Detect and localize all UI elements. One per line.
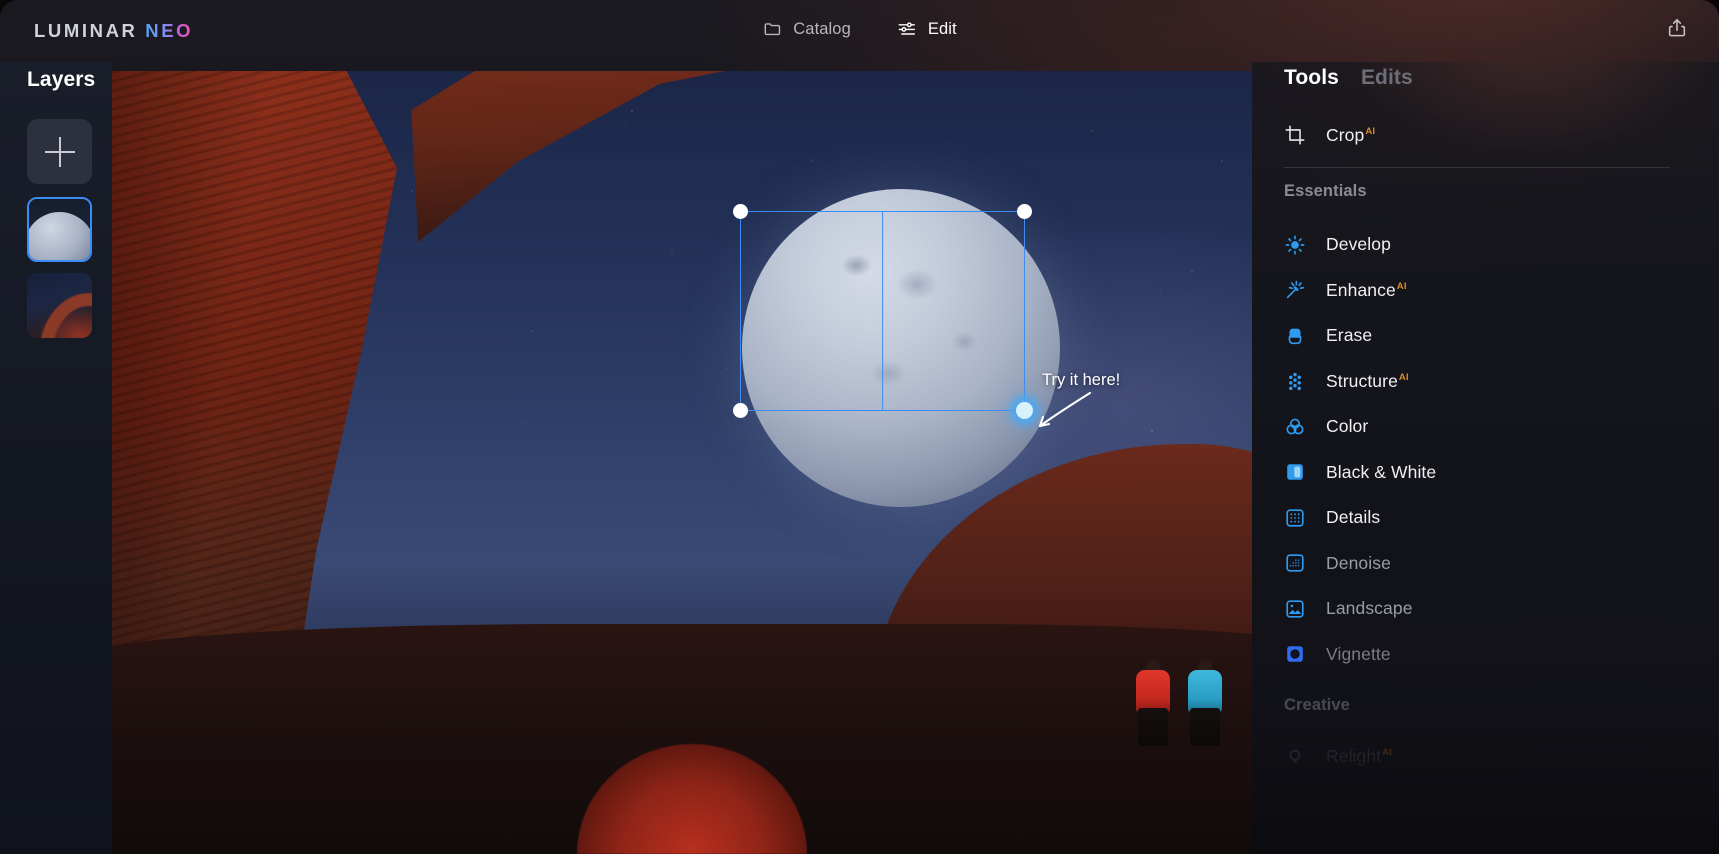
vignette-icon [1284, 643, 1306, 665]
tool-item-denoise-label: Denoise [1326, 553, 1392, 574]
layer-thumbnail-moon [29, 199, 90, 260]
tool-item-black-and-white-label: Black & White [1326, 462, 1437, 483]
tools-divider [1284, 167, 1670, 168]
tool-item-denoise[interactable]: Denoise [1284, 541, 1684, 587]
nav-item-catalog-label: Catalog [793, 19, 851, 38]
bw-label-text: Black & White [1326, 461, 1437, 482]
share-button[interactable] [1659, 12, 1695, 48]
image-canvas[interactable]: Try it here! [112, 71, 1252, 854]
selection-handle-bottom-right[interactable] [1016, 402, 1033, 419]
tools-panel: Tools Edits CropAI Essentials Develop En… [1252, 62, 1719, 854]
layers-panel: Layers [0, 62, 112, 854]
tool-item-black-and-white[interactable]: Black & White [1284, 450, 1684, 496]
crop-ai-badge: AI [1365, 125, 1376, 137]
layer-item-moon[interactable] [27, 197, 92, 262]
relight-label-text: Relight [1326, 746, 1382, 767]
person-torso [1188, 670, 1222, 712]
essentials-tool-list: Develop EnhanceAI Erase StructureAI Colo… [1284, 222, 1684, 677]
app-logo: LUMINAR NEO [34, 20, 193, 42]
denoise-label-text: Denoise [1326, 552, 1391, 573]
tool-item-color[interactable]: Color [1284, 404, 1684, 450]
person-legs [1190, 708, 1220, 746]
enhance-icon [1284, 279, 1306, 301]
tool-item-details-label: Details [1326, 507, 1381, 528]
add-layer-button[interactable] [27, 119, 92, 184]
tab-tools[interactable]: Tools [1284, 66, 1339, 90]
tool-item-landscape-label: Landscape [1326, 598, 1414, 619]
layer-selection-box[interactable] [733, 204, 1033, 419]
creative-tool-list: RelightAI [1284, 734, 1684, 780]
develop-icon [1284, 234, 1306, 256]
tool-item-develop-label: Develop [1326, 234, 1392, 255]
tool-item-crop-label: CropAI [1326, 125, 1375, 146]
tool-item-vignette-label: Vignette [1326, 644, 1392, 665]
tool-item-enhance-label: EnhanceAI [1326, 280, 1407, 301]
main-navigation: Catalog Edit [752, 13, 966, 45]
structure-label-text: Structure [1326, 370, 1398, 391]
person-legs [1138, 708, 1168, 746]
vignette-label-text: Vignette [1326, 643, 1391, 664]
tool-item-erase[interactable]: Erase [1284, 313, 1684, 359]
color-label-text: Color [1326, 416, 1369, 437]
tool-item-details[interactable]: Details [1284, 495, 1684, 541]
details-label-text: Details [1326, 507, 1381, 528]
nav-item-catalog[interactable]: Catalog [752, 13, 861, 45]
crop-label-text: Crop [1326, 124, 1365, 145]
selection-handle-top-left[interactable] [733, 204, 748, 219]
selection-handle-bottom-left[interactable] [733, 403, 748, 418]
tool-item-structure[interactable]: StructureAI [1284, 359, 1684, 405]
sliders-icon [897, 19, 917, 39]
develop-label-text: Develop [1326, 234, 1391, 255]
tool-item-structure-label: StructureAI [1326, 371, 1409, 392]
tool-item-relight-label: RelightAI [1326, 746, 1392, 767]
relight-icon [1284, 746, 1306, 768]
landscape-icon [1284, 598, 1306, 620]
selection-handle-top-right[interactable] [1017, 204, 1032, 219]
tool-item-erase-label: Erase [1326, 325, 1373, 346]
app-window: LUMINAR NEO Catalog Edit Layers Try it h… [0, 0, 1719, 854]
logo-primary-text: LUMINAR [34, 20, 138, 41]
nav-item-edit[interactable]: Edit [887, 13, 967, 45]
tool-item-relight[interactable]: RelightAI [1284, 734, 1684, 780]
share-icon [1666, 17, 1688, 44]
enhance-ai-badge: AI [1396, 280, 1407, 292]
relight-ai-badge: AI [1382, 747, 1393, 759]
tool-item-develop[interactable]: Develop [1284, 222, 1684, 268]
tool-item-color-label: Color [1326, 416, 1369, 437]
top-bar: LUMINAR NEO Catalog Edit [0, 0, 1719, 62]
color-icon [1284, 416, 1306, 438]
selection-midline [881, 212, 884, 410]
plus-icon [44, 136, 75, 167]
layers-panel-title: Layers [27, 68, 96, 91]
bw-icon [1284, 461, 1306, 483]
layer-item-background[interactable] [27, 273, 92, 338]
landscape-label-text: Landscape [1326, 598, 1413, 619]
tool-item-enhance[interactable]: EnhanceAI [1284, 268, 1684, 314]
erase-label-text: Erase [1326, 325, 1373, 346]
photo-night-sky-arch [112, 71, 1252, 854]
section-header-essentials: Essentials [1284, 182, 1367, 200]
tab-edits[interactable]: Edits [1361, 66, 1413, 90]
layer-thumbnail-background [27, 273, 92, 338]
details-icon [1284, 507, 1306, 529]
tools-panel-tabs: Tools Edits [1284, 66, 1413, 90]
tool-item-landscape[interactable]: Landscape [1284, 586, 1684, 632]
person-torso [1136, 670, 1170, 712]
structure-icon [1284, 370, 1306, 392]
tool-item-crop[interactable]: CropAI [1284, 124, 1375, 146]
section-header-creative: Creative [1284, 696, 1350, 714]
crop-icon [1284, 124, 1306, 146]
nav-item-edit-label: Edit [927, 19, 957, 38]
denoise-icon [1284, 552, 1306, 574]
logo-accent-text: NEO [145, 20, 194, 41]
enhance-label-text: Enhance [1326, 279, 1396, 300]
tool-item-vignette[interactable]: Vignette [1284, 632, 1684, 678]
erase-icon [1284, 325, 1306, 347]
folder-icon [762, 19, 782, 39]
structure-ai-badge: AI [1398, 371, 1409, 383]
